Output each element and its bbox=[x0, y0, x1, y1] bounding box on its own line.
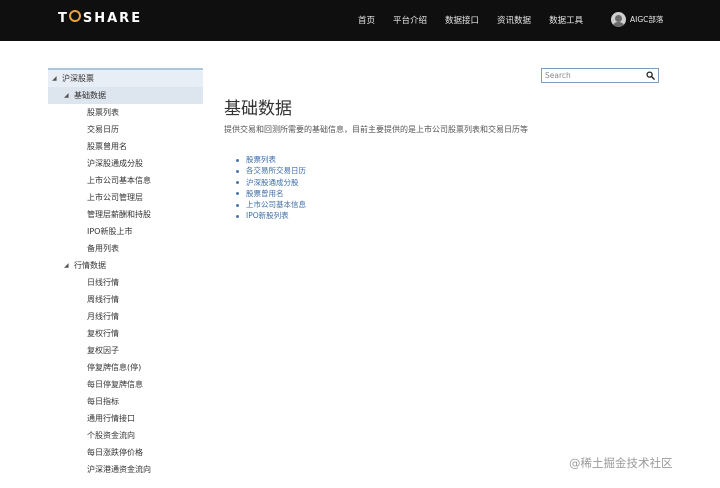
tree-item-label: 管理层薪酬和持股 bbox=[87, 210, 151, 219]
tree-subgroup-market-data[interactable]: ◢ 行情数据 bbox=[48, 257, 203, 274]
section-link[interactable]: 沪深股通成分股 bbox=[246, 178, 299, 187]
tree-item[interactable]: 上市公司管理层 bbox=[48, 189, 203, 206]
section-link[interactable]: 股票曾用名 bbox=[246, 189, 284, 198]
tree-item[interactable]: 复权因子 bbox=[48, 342, 203, 359]
page-title: 基础数据 bbox=[224, 99, 292, 119]
tree-item[interactable]: 管理层薪酬和持股 bbox=[48, 206, 203, 223]
tree-item[interactable]: 通用行情接口 bbox=[48, 410, 203, 427]
avatar[interactable] bbox=[611, 12, 626, 27]
collapse-arrow-icon[interactable]: ◢ bbox=[64, 257, 69, 274]
tree-item[interactable]: IPO新股上市 bbox=[48, 223, 203, 240]
list-item: 各交易所交易日历 bbox=[236, 165, 306, 176]
tree-item-label: 股票列表 bbox=[87, 108, 119, 117]
nav-data-api[interactable]: 数据接口 bbox=[445, 14, 479, 26]
tree-item-label: 每日停复牌信息 bbox=[87, 380, 143, 389]
tushare-logo[interactable]: T SHARE bbox=[58, 10, 142, 27]
tree-item[interactable]: 沪深港通资金流向 bbox=[48, 461, 203, 478]
tree-item-label: 复权因子 bbox=[87, 346, 119, 355]
list-item: IPO新股列表 bbox=[236, 210, 306, 221]
tree-item[interactable]: 停复牌信息(停) bbox=[48, 359, 203, 376]
list-item: 沪深股通成分股 bbox=[236, 177, 306, 188]
nav-home[interactable]: 首页 bbox=[358, 14, 375, 26]
page-description: 提供交易和回测所需要的基础信息，目前主要提供的是上市公司股票列表和交易日历等 bbox=[224, 125, 528, 134]
logo-text-left: T bbox=[58, 11, 69, 26]
tree-item[interactable]: 备用列表 bbox=[48, 240, 203, 257]
tree-item[interactable]: 复权行情 bbox=[48, 325, 203, 342]
doc-sidebar: ◢ 沪深股票 ◢ 基础数据 股票列表 交易日历 股票曾用名 沪深股通成分股 上市… bbox=[48, 68, 203, 478]
section-link[interactable]: 各交易所交易日历 bbox=[246, 166, 306, 175]
collapse-arrow-icon[interactable]: ◢ bbox=[52, 70, 57, 87]
tree-item[interactable]: 上市公司基本信息 bbox=[48, 172, 203, 189]
tree-item-label: 通用行情接口 bbox=[87, 414, 135, 423]
tree-item-label: 个股资金流向 bbox=[87, 431, 135, 440]
section-link[interactable]: 股票列表 bbox=[246, 155, 276, 164]
tree-item[interactable]: 每日停复牌信息 bbox=[48, 376, 203, 393]
tree-item[interactable]: 个股资金流向 bbox=[48, 427, 203, 444]
tree-item-label: 月线行情 bbox=[87, 312, 119, 321]
tree-group-hushen-stocks[interactable]: ◢ 沪深股票 bbox=[48, 70, 203, 87]
main-nav: 首页 平台介绍 数据接口 资讯数据 数据工具 bbox=[358, 14, 601, 26]
tree-item[interactable]: 周线行情 bbox=[48, 291, 203, 308]
tree-item-label: 日线行情 bbox=[87, 278, 119, 287]
tree-item[interactable]: 沪深股通成分股 bbox=[48, 155, 203, 172]
tree-item-label: 每日涨跌停价格 bbox=[87, 448, 143, 457]
tree-subgroup-basic-data[interactable]: ◢ 基础数据 bbox=[48, 87, 203, 104]
tree-item-label: 股票曾用名 bbox=[87, 142, 127, 151]
list-item: 股票列表 bbox=[236, 154, 306, 165]
section-links: 股票列表 各交易所交易日历 沪深股通成分股 股票曾用名 上市公司基本信息 IPO… bbox=[236, 154, 306, 222]
logo-o-icon bbox=[68, 10, 81, 22]
tree-item-label: 上市公司基本信息 bbox=[87, 176, 151, 185]
tree-item-label: 沪深股通成分股 bbox=[87, 159, 143, 168]
top-navigation-bar: T SHARE 首页 平台介绍 数据接口 资讯数据 数据工具 AIGC部落 bbox=[0, 0, 720, 41]
tree-item[interactable]: 交易日历 bbox=[48, 121, 203, 138]
search-icon[interactable] bbox=[646, 71, 655, 80]
tree-item-label: 交易日历 bbox=[87, 125, 119, 134]
tree-item-label: 停复牌信息(停) bbox=[87, 363, 142, 372]
tree-item-label: 周线行情 bbox=[87, 295, 119, 304]
tree-group-label: 沪深股票 bbox=[62, 74, 94, 83]
user-menu[interactable]: AIGC部落 bbox=[611, 12, 663, 27]
tree-item[interactable]: 每日指标 bbox=[48, 393, 203, 410]
section-link[interactable]: IPO新股列表 bbox=[246, 211, 289, 220]
watermark: @稀土掘金技术社区 bbox=[569, 456, 673, 470]
user-name[interactable]: AIGC部落 bbox=[630, 14, 663, 25]
tree-item[interactable]: 日线行情 bbox=[48, 274, 203, 291]
tree-item[interactable]: 月线行情 bbox=[48, 308, 203, 325]
logo-text-right: SHARE bbox=[82, 11, 143, 26]
collapse-arrow-icon[interactable]: ◢ bbox=[64, 87, 69, 104]
tree-item[interactable]: 每日涨跌停价格 bbox=[48, 444, 203, 461]
tree-item[interactable]: 股票列表 bbox=[48, 104, 203, 121]
tree-subgroup-label: 行情数据 bbox=[74, 261, 106, 270]
list-item: 上市公司基本信息 bbox=[236, 199, 306, 210]
search-input[interactable] bbox=[545, 70, 641, 81]
tree-item-label: 备用列表 bbox=[87, 244, 119, 253]
nav-news-data[interactable]: 资讯数据 bbox=[497, 14, 531, 26]
tree-item[interactable]: 股票曾用名 bbox=[48, 138, 203, 155]
tree-subgroup-label: 基础数据 bbox=[74, 91, 106, 100]
tree-item-label: 复权行情 bbox=[87, 329, 119, 338]
search-box bbox=[541, 68, 659, 83]
nav-platform-intro[interactable]: 平台介绍 bbox=[393, 14, 427, 26]
tree-item-label: 上市公司管理层 bbox=[87, 193, 143, 202]
list-item: 股票曾用名 bbox=[236, 188, 306, 199]
nav-data-tools[interactable]: 数据工具 bbox=[549, 14, 583, 26]
tree-item-label: 沪深港通资金流向 bbox=[87, 465, 151, 474]
section-link[interactable]: 上市公司基本信息 bbox=[246, 200, 306, 209]
tree-item-label: IPO新股上市 bbox=[87, 227, 133, 236]
tree-item-label: 每日指标 bbox=[87, 397, 119, 406]
